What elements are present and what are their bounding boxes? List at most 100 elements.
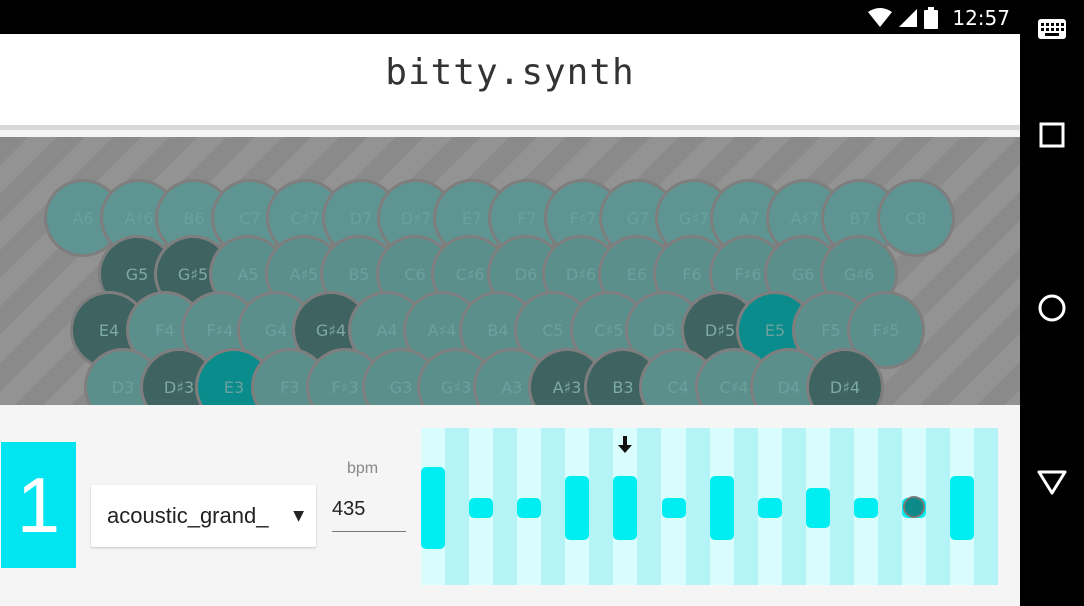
back-icon[interactable] — [1020, 457, 1084, 507]
key-label: D4 — [777, 377, 801, 397]
sequencer-step[interactable] — [613, 476, 637, 540]
sequencer-step[interactable] — [421, 467, 445, 549]
key-label: D5 — [652, 320, 676, 340]
key-label: G♯6 — [843, 264, 875, 284]
key-label: B7 — [849, 208, 871, 228]
key-label: A6 — [72, 208, 94, 228]
key-label: A7 — [738, 208, 760, 228]
sequencer-step[interactable] — [469, 498, 493, 518]
instrument-value: acoustic_grand_ — [107, 503, 269, 528]
sequencer-column[interactable] — [686, 428, 710, 585]
sequencer-column[interactable] — [782, 428, 806, 585]
key-label: A♯6 — [124, 208, 154, 228]
key-label: E7 — [461, 208, 483, 228]
app-header: bitty.synth — [0, 34, 1020, 130]
sequencer-column[interactable] — [830, 428, 854, 585]
keyboard-icon[interactable] — [1020, 4, 1084, 54]
note-keyboard: A6 A♯6 B6 C7 C♯7 D7 D♯7 E7 F7 F♯7 G7 G♯7 A7 A♯7 B7 C8 G5… — [0, 137, 1020, 405]
app-title: bitty.synth — [385, 52, 635, 93]
key-label: C♯4 — [719, 377, 749, 397]
sequencer-step[interactable] — [565, 476, 589, 540]
sequencer-column[interactable] — [445, 428, 469, 585]
key-label: D♯3 — [163, 377, 195, 397]
sequencer-column[interactable] — [637, 428, 661, 585]
key-label: A5 — [237, 264, 259, 284]
sequencer-step[interactable] — [517, 498, 541, 518]
bpm-input[interactable]: 435 — [332, 487, 406, 532]
home-icon[interactable] — [1020, 283, 1084, 333]
key-label: C4 — [667, 377, 689, 397]
sequencer-column[interactable] — [926, 428, 950, 585]
key-label: D3 — [111, 377, 135, 397]
recents-icon[interactable] — [1020, 110, 1084, 160]
sequencer-column[interactable] — [974, 428, 998, 585]
wifi-icon — [868, 8, 893, 28]
key-label: C♯5 — [594, 320, 624, 340]
instrument-select[interactable]: acoustic_grand_ ▼ — [91, 485, 316, 547]
key-label: F♯7 — [569, 208, 597, 228]
key-label: A♯7 — [790, 208, 820, 228]
key-label: B3 — [612, 377, 634, 397]
key-label: A4 — [376, 320, 398, 340]
sequencer-column[interactable] — [878, 428, 902, 585]
sequencer-column[interactable] — [493, 428, 517, 585]
key-label: G7 — [626, 208, 650, 228]
key-label: F5 — [821, 320, 841, 340]
key-label: A♯3 — [552, 377, 582, 397]
key-label: C5 — [542, 320, 564, 340]
status-bar: 12:57 — [0, 0, 1020, 34]
key-label: C7 — [239, 208, 261, 228]
key-label: G♯5 — [177, 264, 209, 284]
sequencer-step[interactable] — [806, 488, 830, 528]
status-clock: 12:57 — [952, 6, 1010, 30]
key-label: C6 — [404, 264, 426, 284]
sequencer-step[interactable] — [950, 476, 974, 540]
key-label: G5 — [125, 264, 149, 284]
key-label: G3 — [389, 377, 413, 397]
key-label: D7 — [349, 208, 373, 228]
key-label: F4 — [155, 320, 175, 340]
navigation-bar — [1020, 0, 1084, 606]
key-label: G4 — [264, 320, 288, 340]
sequencer-step[interactable] — [710, 476, 734, 540]
key-label: F♯6 — [734, 264, 762, 284]
key-label: E5 — [764, 320, 786, 340]
key-label: C♯7 — [290, 208, 320, 228]
control-panel: 1 acoustic_grand_ ▼ bpm 435 — [0, 405, 1020, 606]
key-label: C♯6 — [455, 264, 485, 284]
key-label: F♯3 — [331, 377, 359, 397]
key-label: D♯7 — [400, 208, 432, 228]
sequencer-column[interactable] — [589, 428, 613, 585]
step-sequencer — [421, 428, 998, 585]
key-label: G♯3 — [440, 377, 472, 397]
key-label: F♯5 — [872, 320, 900, 340]
key-c8[interactable]: C8 — [880, 182, 952, 254]
playhead-arrow-icon — [617, 436, 633, 458]
key-label: E4 — [98, 320, 120, 340]
sequencer-column[interactable] — [541, 428, 565, 585]
key-label: D♯4 — [829, 377, 861, 397]
key-label: F6 — [682, 264, 702, 284]
key-label: C8 — [905, 208, 927, 228]
touch-cursor — [905, 498, 923, 516]
key-label: G♯4 — [315, 320, 347, 340]
key-label: F♯4 — [206, 320, 234, 340]
bpm-label: bpm — [347, 460, 379, 477]
key-label: E6 — [626, 264, 648, 284]
key-label: B6 — [183, 208, 205, 228]
sequencer-step[interactable] — [854, 498, 878, 518]
sequencer-step[interactable] — [758, 498, 782, 518]
signal-icon — [898, 8, 918, 28]
key-label: F3 — [280, 377, 300, 397]
sequencer-column[interactable] — [734, 428, 758, 585]
key-label: A♯4 — [427, 320, 457, 340]
dropdown-arrow-icon: ▼ — [293, 508, 304, 524]
key-label: A♯5 — [289, 264, 319, 284]
sequencer-step[interactable] — [662, 498, 686, 518]
app-window: bitty.synth A6 A♯6 B6 C7 C♯7 D7 D♯7 E7 F7 F♯7 G7 G♯… — [0, 34, 1020, 606]
key-label: G6 — [791, 264, 815, 284]
key-label: B5 — [348, 264, 370, 284]
status-icons: 12:57 — [868, 6, 1010, 30]
key-label: D6 — [514, 264, 538, 284]
track-number-button[interactable]: 1 — [1, 442, 76, 568]
